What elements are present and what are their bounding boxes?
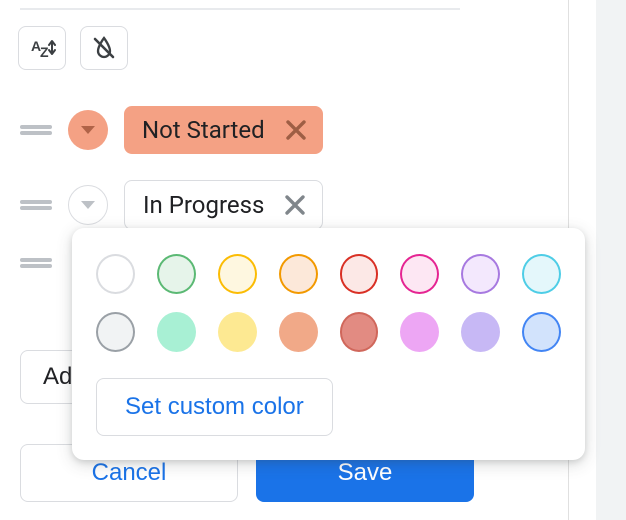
swatch-row-2 [96,312,561,352]
chevron-down-icon [81,201,95,209]
color-swatch[interactable] [340,312,379,352]
set-custom-color-button[interactable]: Set custom color [96,378,333,436]
option-row: Not Started [20,106,323,154]
close-icon [285,119,307,141]
swatch-row-1 [96,254,561,294]
sort-az-button[interactable]: A Z [18,26,66,70]
color-swatch[interactable] [461,312,500,352]
color-swatch[interactable] [461,254,500,294]
color-swatch[interactable] [96,254,135,294]
color-swatch[interactable] [218,312,257,352]
color-swatch[interactable] [340,254,379,294]
option-chip[interactable]: In Progress [124,180,323,230]
chevron-down-icon [81,126,95,134]
color-swatch[interactable] [157,312,196,352]
color-swatch[interactable] [400,254,439,294]
color-swatch[interactable] [279,312,318,352]
color-swatch[interactable] [400,312,439,352]
sort-az-icon: A Z [28,36,56,60]
color-swatch[interactable] [522,312,561,352]
close-icon [284,194,306,216]
drag-handle-icon[interactable] [20,258,52,268]
color-swatch[interactable] [279,254,318,294]
option-chip[interactable]: Not Started [124,106,323,154]
remove-option-button[interactable] [282,192,308,218]
color-picker-popover: Set custom color [72,228,585,460]
option-row: In Progress [20,180,323,230]
colorblind-toggle-button[interactable] [80,26,128,70]
options-toolbar: A Z [18,26,128,70]
app-rail-edge [596,0,626,520]
option-row [20,258,52,268]
option-color-button[interactable] [68,185,108,225]
option-label: Not Started [142,116,265,144]
colorblind-off-icon [90,34,118,62]
color-swatch[interactable] [96,312,135,352]
color-swatch[interactable] [522,254,561,294]
option-color-button[interactable] [68,110,108,150]
remove-option-button[interactable] [283,117,309,143]
drag-handle-icon[interactable] [20,125,52,135]
option-label: In Progress [143,191,264,219]
color-swatch[interactable] [218,254,257,294]
svg-text:Z: Z [40,44,49,60]
drag-handle-icon[interactable] [20,200,52,210]
divider [20,8,460,10]
color-swatch[interactable] [157,254,196,294]
